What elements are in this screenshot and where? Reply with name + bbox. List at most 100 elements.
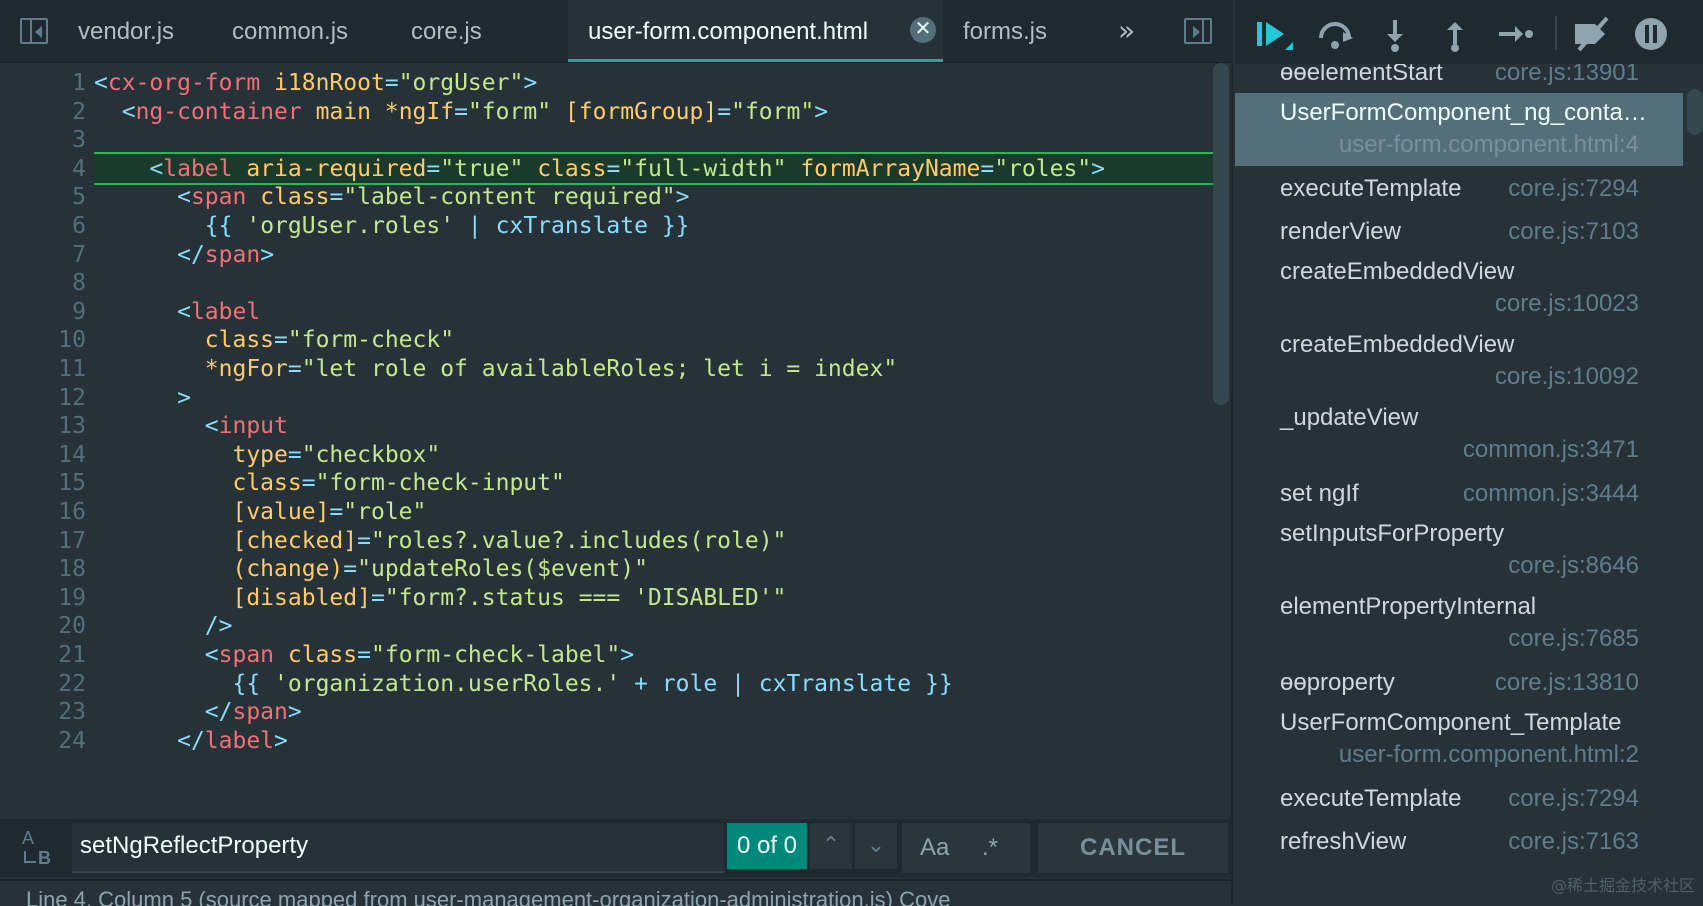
cancel-button[interactable]: CANCEL	[1038, 823, 1228, 873]
line-number[interactable]: 10	[0, 325, 86, 356]
line-number[interactable]: 16	[0, 497, 86, 528]
code-line: {{ 'organization.userRoles.' + role | cx…	[232, 670, 953, 697]
call-frame[interactable]: UserFormComponent_Template user-form.comp…	[1235, 703, 1683, 776]
close-icon[interactable]: ✕	[910, 17, 936, 43]
line-number[interactable]: 20	[0, 611, 86, 642]
code-line: <label	[177, 298, 261, 325]
line-number[interactable]: 2	[0, 97, 86, 128]
call-frame-function: refreshView	[1280, 828, 1407, 855]
watermark: @稀土掘金技术社区	[1550, 876, 1695, 895]
line-number[interactable]: 24	[0, 726, 86, 757]
regex-button[interactable]: .*	[982, 823, 998, 873]
call-frame[interactable]: createEmbeddedView core.js:10023	[1235, 252, 1683, 325]
line-number[interactable]: 13	[0, 411, 86, 442]
call-frame[interactable]: executeTemplate core.js:7294	[1235, 776, 1683, 819]
call-frame[interactable]: setInputsForProperty core.js:8646	[1235, 514, 1683, 587]
code-line: >	[177, 384, 191, 411]
resume-icon[interactable]	[1253, 14, 1297, 54]
call-frame[interactable]: executeTemplate core.js:7294	[1235, 166, 1683, 209]
call-frame[interactable]: set ngIf common.js:3444	[1235, 471, 1683, 514]
pause-on-exceptions-icon[interactable]	[1629, 14, 1673, 54]
code-line: />	[204, 613, 233, 640]
call-frame-function: ɵɵelementStart	[1280, 64, 1443, 86]
call-frame-location[interactable]: user-form.component.html:4	[1339, 131, 1639, 159]
call-frame[interactable]: renderView core.js:7103	[1235, 209, 1683, 252]
line-number[interactable]: 11	[0, 354, 86, 385]
call-frame-location[interactable]: common.js:3444	[1463, 480, 1639, 508]
editor-scrollbar-thumb[interactable]	[1213, 63, 1229, 405]
call-frame-location[interactable]: core.js:13810	[1495, 669, 1639, 697]
match-count: 0 of 0	[727, 823, 807, 869]
call-frame-location[interactable]: core.js:7103	[1508, 218, 1639, 246]
line-number[interactable]: 6	[0, 211, 86, 242]
call-frame-location[interactable]: core.js:7294	[1508, 175, 1639, 203]
step-icon[interactable]	[1493, 14, 1537, 54]
call-frame-location[interactable]: user-form.component.html:2	[1339, 741, 1639, 769]
line-number[interactable]: 17	[0, 526, 86, 557]
code-line: [checked]="roles?.value?.includes(role)"	[232, 527, 787, 554]
line-number[interactable]: 22	[0, 669, 86, 700]
line-number[interactable]: 8	[0, 268, 86, 299]
line-number[interactable]: 3	[0, 125, 86, 156]
code-editor[interactable]: 1 2 3 4 5 6 7 8 9 10 11 12 13 14 15 16 17 18 19 20 21 22 23 24 …	[0, 63, 1231, 820]
toggle-debugger-icon[interactable]	[1180, 14, 1216, 48]
line-number-gutter: 1 2 3 4 5 6 7 8 9 10 11 12 13 14 15 16 17 18 19 20 21 22 23 24	[0, 63, 94, 820]
line-number[interactable]: 1	[0, 68, 86, 99]
line-number[interactable]: 12	[0, 383, 86, 414]
status-bar: Line 4, Column 5 (source mapped from use…	[0, 879, 1231, 906]
tab-common-js[interactable]: common.js	[232, 0, 348, 62]
call-frame[interactable]: _updateView common.js:3471	[1235, 398, 1683, 471]
call-stack-list: ɵɵelementStart core.js:13901 UserFormCompo…	[1235, 64, 1703, 904]
previous-match-button[interactable]: ⌃	[810, 823, 852, 869]
code-line: <span class="form-check-label">	[204, 642, 635, 668]
more-tabs-icon[interactable]: »	[1118, 14, 1135, 48]
next-match-button[interactable]: ⌄	[855, 823, 897, 869]
line-number[interactable]: 21	[0, 640, 86, 671]
code-line: <span class="label-content required">	[177, 184, 690, 211]
call-frame[interactable]: elementPropertyInternal core.js:7685	[1235, 587, 1683, 660]
tab-user-form-component-html[interactable]: user-form.component.html ✕	[568, 0, 943, 62]
call-frame-function: set ngIf	[1280, 480, 1359, 507]
step-into-icon[interactable]	[1373, 14, 1417, 54]
call-frame[interactable]: UserFormComponent_ng_conta… user-form.com…	[1235, 93, 1683, 166]
tab-forms-js[interactable]: forms.js	[963, 0, 1047, 62]
call-frame[interactable]: createEmbeddedView core.js:10092	[1235, 325, 1683, 398]
call-stack-scrollbar-thumb[interactable]	[1687, 89, 1703, 135]
call-frame-function: setInputsForProperty	[1280, 520, 1505, 547]
call-frame-function: ɵɵproperty	[1280, 669, 1395, 696]
call-frame-location[interactable]: core.js:7294	[1508, 785, 1639, 813]
call-frame-location[interactable]: core.js:7685	[1508, 625, 1639, 653]
line-number[interactable]: 4	[0, 154, 86, 185]
call-frame[interactable]: refreshView core.js:7163	[1235, 819, 1683, 862]
tab-core-js[interactable]: core.js	[411, 0, 482, 62]
line-number[interactable]: 14	[0, 440, 86, 471]
code-line: </span>	[177, 241, 275, 268]
line-number[interactable]: 5	[0, 182, 86, 213]
toggle-navigator-icon[interactable]	[16, 14, 52, 48]
find-input[interactable]: setNgReflectProperty	[72, 823, 724, 873]
line-number[interactable]: 23	[0, 697, 86, 728]
call-frame-function: executeTemplate	[1280, 785, 1462, 812]
call-frame-location[interactable]: core.js:10092	[1495, 363, 1639, 391]
match-case-button[interactable]: Aa	[920, 823, 949, 873]
deactivate-breakpoints-icon[interactable]	[1569, 14, 1613, 54]
line-number[interactable]: 18	[0, 554, 86, 585]
line-number[interactable]: 7	[0, 240, 86, 271]
line-number[interactable]: 15	[0, 468, 86, 499]
call-frame-location[interactable]: core.js:10023	[1495, 290, 1639, 318]
call-frame-location[interactable]: common.js:3471	[1463, 436, 1639, 464]
tab-vendor-js[interactable]: vendor.js	[78, 0, 174, 62]
replace-toggle-icon[interactable]: A B	[20, 829, 56, 869]
call-frame[interactable]: ɵɵelementStart core.js:13901	[1235, 64, 1683, 93]
call-frame[interactable]: ɵɵproperty core.js:13810	[1235, 660, 1683, 703]
code-line: type="checkbox"	[232, 441, 441, 468]
line-number[interactable]: 9	[0, 297, 86, 328]
call-frame-location[interactable]: core.js:8646	[1508, 552, 1639, 580]
step-out-icon[interactable]	[1433, 14, 1477, 54]
line-number[interactable]: 19	[0, 583, 86, 614]
call-frame-location[interactable]: core.js:13901	[1495, 64, 1639, 87]
call-frame-location[interactable]: core.js:7163	[1508, 828, 1639, 856]
step-over-icon[interactable]	[1313, 14, 1357, 54]
code-line: </span>	[204, 699, 302, 726]
